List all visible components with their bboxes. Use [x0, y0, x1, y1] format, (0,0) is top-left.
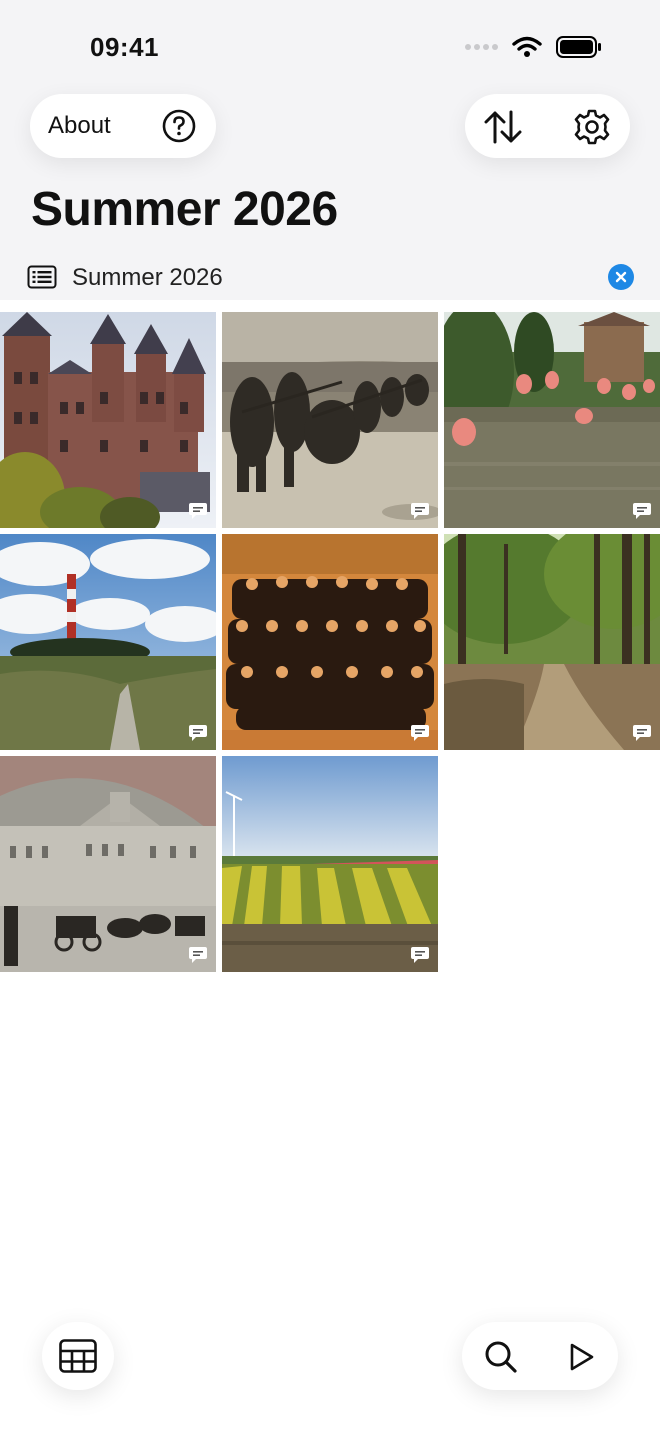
settings-gear-icon[interactable]	[573, 108, 611, 146]
caption-icon	[633, 725, 651, 741]
photo-tile[interactable]	[444, 312, 660, 528]
caption-icon	[633, 503, 651, 519]
photo-flamingos	[444, 312, 660, 528]
photo-tulip-fields	[222, 756, 438, 972]
page-title: Summer 2026	[31, 183, 338, 236]
grid-view-icon[interactable]	[59, 1339, 97, 1373]
clear-filter-button[interactable]	[608, 264, 634, 290]
bottom-actions-pill	[462, 1322, 618, 1390]
play-slideshow-icon[interactable]	[568, 1342, 596, 1372]
status-time: 09:41	[90, 32, 159, 62]
cellular-signal-icon	[465, 44, 498, 50]
battery-icon	[556, 36, 601, 58]
photo-castle	[0, 312, 216, 528]
photo-uniformed-group	[222, 534, 438, 750]
search-icon[interactable]	[484, 1340, 518, 1374]
photo-soldiers	[222, 312, 438, 528]
photo-tile[interactable]	[222, 312, 438, 528]
about-button[interactable]: About	[48, 112, 111, 140]
album-filter-row[interactable]: Summer 2026	[0, 258, 660, 298]
help-icon[interactable]	[162, 109, 196, 143]
caption-icon	[411, 503, 429, 519]
status-indicators	[464, 36, 602, 58]
about-pill: About	[30, 94, 216, 158]
wifi-icon	[512, 36, 542, 57]
album-list-icon	[27, 265, 57, 289]
caption-icon	[411, 725, 429, 741]
actions-pill	[465, 94, 630, 158]
album-filter-label: Summer 2026	[72, 264, 223, 291]
photo-tile[interactable]	[0, 312, 216, 528]
photo-palace-carriages	[0, 756, 216, 972]
close-icon	[615, 271, 627, 283]
caption-icon	[189, 503, 207, 519]
caption-icon	[189, 725, 207, 741]
photo-tile[interactable]	[0, 756, 216, 972]
photo-tile[interactable]	[0, 534, 216, 750]
view-toggle-pill	[42, 1322, 114, 1390]
photo-tile[interactable]	[222, 756, 438, 972]
caption-icon	[189, 947, 207, 963]
photo-tile[interactable]	[222, 534, 438, 750]
sort-icon[interactable]	[483, 108, 523, 146]
photo-tile[interactable]	[444, 534, 660, 750]
caption-icon	[411, 947, 429, 963]
photo-lighthouse	[0, 534, 216, 750]
photo-forest-path	[444, 534, 660, 750]
